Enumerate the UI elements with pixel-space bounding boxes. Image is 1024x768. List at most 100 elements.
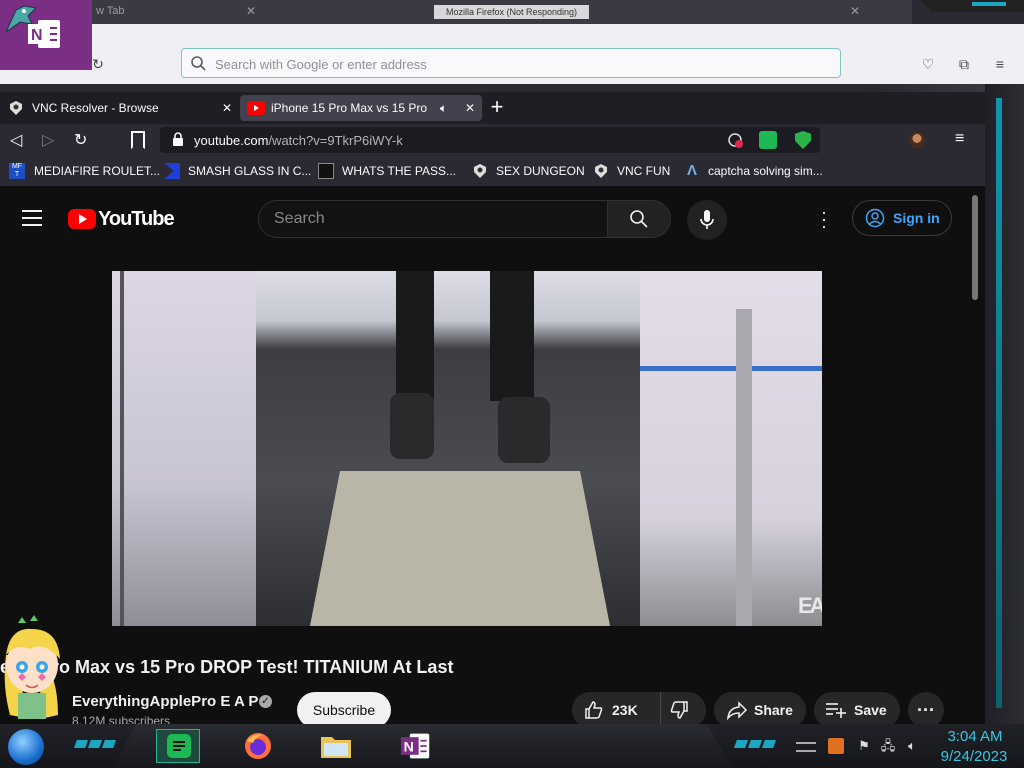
volume-icon[interactable]: 🔈︎: [904, 738, 920, 754]
youtube-logo[interactable]: YouTube: [68, 207, 175, 231]
video-frame-shoe-right: [498, 397, 550, 463]
outer-frame-accent-glow: [972, 2, 1006, 6]
taskbar-firefox[interactable]: [236, 729, 280, 763]
video-frame-right-wall: [640, 271, 822, 626]
video-watermark: EAP: [798, 593, 822, 618]
tab-close-icon[interactable]: ✕: [222, 95, 232, 121]
reload-icon[interactable]: ↻: [90, 56, 106, 72]
bookmark-label[interactable]: SMASH GLASS IN C...: [188, 164, 311, 178]
youtube-logo-text: YouTube: [98, 208, 175, 230]
vnc-icon: [595, 164, 607, 178]
menu-icon[interactable]: ≡: [955, 130, 971, 148]
thumbs-up-icon: [585, 701, 603, 719]
clock-date[interactable]: 9/24/2023: [934, 748, 1014, 765]
tab-iphone-video[interactable]: iPhone 15 Pro Max vs 15 Pro D 🔈︎ ✕: [240, 95, 482, 121]
video-frame-left-wall: [112, 271, 256, 626]
hamburger-icon[interactable]: [22, 210, 42, 226]
search-icon: [191, 56, 206, 71]
svg-text:N: N: [31, 27, 43, 44]
sign-in-button[interactable]: Sign in: [852, 200, 952, 236]
tray-app-icon[interactable]: [828, 738, 844, 754]
clock-time[interactable]: 3:04 AM: [940, 728, 1010, 745]
taskbar-onenote[interactable]: N: [394, 729, 438, 763]
like-button[interactable]: 23K: [572, 692, 660, 728]
frame-right-glow: [996, 98, 1002, 708]
profile-avatar[interactable]: [909, 132, 925, 148]
save-button[interactable]: Save: [814, 692, 900, 728]
spotify-extension-icon[interactable]: [759, 131, 777, 149]
outer-search-placeholder: Search with Google or enter address: [215, 57, 427, 72]
youtube-favicon-icon: [247, 101, 265, 115]
network-icon[interactable]: 🖧︎: [880, 738, 896, 754]
video-player[interactable]: EAP: [112, 271, 822, 626]
video-frame-pant-left: [396, 271, 434, 401]
vnc-icon: [10, 101, 22, 115]
url-text: youtube.com/watch?v=9TkrP6iWY-k: [194, 133, 403, 148]
bookmark-label[interactable]: WHATS THE PASS...: [342, 164, 456, 178]
menu-icon[interactable]: ≡: [992, 56, 1008, 72]
bookmark-label: MEDIAFIRE ROULET...: [34, 164, 161, 178]
bookmark-label[interactable]: VNC FUN: [617, 164, 670, 178]
url-host: youtube.com: [194, 133, 269, 148]
tab-close-icon[interactable]: ✕: [465, 95, 475, 121]
lock-icon: [173, 132, 183, 146]
account-icon: [865, 208, 885, 228]
spotify-icon: [167, 734, 191, 758]
extensions-icon[interactable]: ⧉: [956, 56, 972, 72]
reload-icon[interactable]: ↻: [74, 130, 92, 150]
tab-label: VNC Resolver - Browse: [32, 101, 159, 115]
video-title: e 15 Pro Max vs 15 Pro DROP Test! TITANI…: [0, 657, 454, 677]
playlist-add-icon: [826, 703, 846, 718]
taskbar-spotify[interactable]: [156, 729, 200, 763]
new-tab-button[interactable]: +: [485, 96, 509, 120]
onenote-icon: N: [401, 733, 430, 759]
outer-window-title: Mozilla Firefox (Not Responding): [434, 5, 589, 19]
share-button[interactable]: Share: [714, 692, 806, 728]
url-path: /watch?v=9TkrP6iWY-k: [268, 133, 403, 148]
autoplay-blocked-icon[interactable]: [727, 132, 743, 148]
scrollbar-thumb[interactable]: [972, 195, 978, 300]
bookmark-label[interactable]: SEX DUNGEON: [496, 164, 585, 178]
share-label: Share: [754, 702, 793, 718]
flag-icon[interactable]: ⚑: [856, 738, 872, 754]
save-label: Save: [854, 702, 887, 718]
subscribe-button[interactable]: Subscribe: [297, 692, 391, 728]
network-bars-icon[interactable]: [796, 742, 816, 752]
microphone-icon: [700, 210, 714, 229]
video-frame-platform: [310, 471, 610, 626]
thumbs-down-icon: [670, 701, 688, 719]
dislike-button[interactable]: [660, 692, 706, 728]
tab-label: iPhone 15 Pro Max vs 15 Pro D: [271, 101, 431, 115]
video-frame-pant-right: [490, 271, 534, 401]
outer-close-icon[interactable]: ✕: [850, 4, 860, 18]
channel-name[interactable]: EverythingApplePro E A P: [72, 693, 258, 710]
share-icon: [727, 701, 748, 720]
start-button[interactable]: [8, 729, 44, 765]
taskbar-file-explorer[interactable]: [314, 729, 358, 763]
outer-tab-label[interactable]: w Tab: [96, 5, 125, 17]
verified-icon: ✓: [259, 695, 272, 708]
video-frame-blue-stripe: [640, 366, 822, 371]
sign-in-label: Sign in: [893, 210, 940, 226]
back-icon[interactable]: ◁: [10, 130, 28, 150]
firefox-icon: [245, 733, 271, 759]
video-frame-shoe-left: [390, 393, 434, 459]
forward-icon[interactable]: ▷: [42, 130, 60, 150]
youtube-logo-play-icon: [79, 214, 87, 224]
like-count: 23K: [612, 702, 638, 718]
audio-playing-icon[interactable]: 🔈︎: [440, 95, 447, 121]
frame-right-border: [985, 84, 1024, 724]
more-actions-button[interactable]: ···: [908, 692, 944, 728]
more-options-icon[interactable]: · · ·: [820, 203, 828, 235]
vnc-icon: [474, 164, 486, 178]
svg-text:N: N: [404, 738, 414, 754]
outer-tab-close-icon[interactable]: ✕: [246, 4, 256, 18]
pocket-icon[interactable]: ♡: [920, 56, 936, 72]
video-frame-pole: [736, 309, 752, 626]
tab-vnc-resolver[interactable]: VNC Resolver - Browse ✕: [0, 95, 238, 121]
mediafire-icon: MF T: [9, 163, 25, 179]
youtube-search-placeholder: Search: [274, 210, 325, 227]
search-icon: [630, 210, 648, 228]
terminal-icon: [318, 163, 334, 179]
bookmark-label[interactable]: captcha solving sim...: [708, 164, 823, 178]
